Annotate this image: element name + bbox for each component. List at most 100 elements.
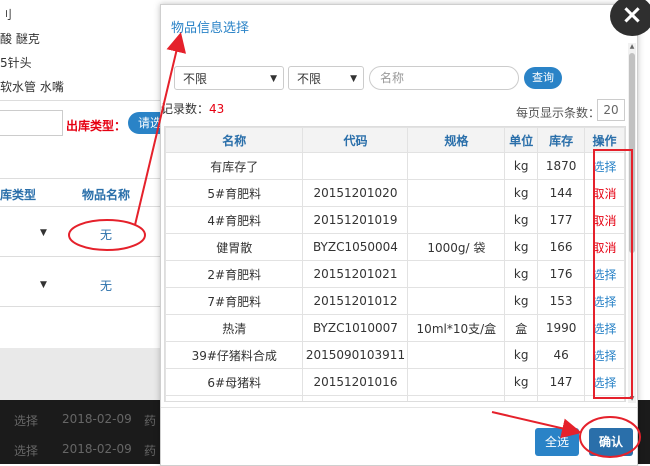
category-filter-select[interactable]: 不限 ▼ (174, 66, 284, 90)
bg-side-text: 刂 (0, 8, 13, 22)
table-row: 7#育肥料 20151201012 kg 153 选择 (165, 287, 625, 315)
scroll-down-arrow-icon[interactable]: ▼ (628, 395, 636, 403)
cell-name: 6#母猪料 (165, 368, 304, 396)
dropdown-arrow-icon[interactable]: ▼ (40, 280, 47, 290)
cell-code: BYZC1010007 (302, 314, 409, 342)
cell-stock: 153 (537, 287, 586, 315)
cell-unit: kg (504, 233, 539, 261)
cell-stock: 1870 (537, 152, 586, 180)
item-select-modal: 物品信息选择 不限 ▼ 不限 ▼ 名称 查询 记录数：43 每页显示条数： 20… (160, 4, 638, 466)
cell-spec: 10ml*10支/盒 (407, 314, 506, 342)
col-header-action: 操作 (584, 127, 625, 153)
record-count-value: 43 (209, 102, 225, 116)
cell-code: 20151201012 (302, 287, 409, 315)
bg-col-header: 库类型 (0, 188, 37, 202)
out-type-label: 出库类型： (66, 119, 127, 133)
cell-unit: kg (504, 260, 539, 288)
cell-code: BYZC1050004 (302, 233, 409, 261)
cell-action[interactable]: 选择 (584, 341, 625, 369)
cell-action[interactable]: 选择 (584, 152, 625, 180)
col-header-stock: 库存 (537, 127, 586, 153)
cell-action[interactable]: 取消 (584, 233, 625, 261)
cell-unit: 盒 (504, 314, 539, 342)
scroll-up-arrow-icon[interactable]: ▲ (628, 43, 636, 51)
cell-action[interactable]: 取消 (584, 206, 625, 234)
scrollbar-thumb[interactable] (629, 53, 635, 253)
item-table: 名称 代码 规格 单位 库存 操作 有库存了 kg 1870 选择 5#育肥料 20151… (164, 126, 626, 402)
cell-unit: kg (504, 152, 539, 180)
bg-dark-date: 2018-02-09 (62, 412, 132, 426)
cell-code: 20151201020 (302, 179, 409, 207)
divider (0, 178, 165, 179)
cell-spec (407, 368, 506, 396)
query-button[interactable]: 查询 (524, 67, 562, 89)
col-header-unit: 单位 (504, 127, 539, 153)
cell-name: 4#育肥料 (165, 206, 304, 234)
cell-spec (407, 152, 506, 180)
table-row: 6#母猪料 20151201016 kg 147 选择 (165, 368, 625, 396)
bg-dark-action[interactable]: 选择 (14, 442, 38, 459)
divider (0, 306, 165, 307)
cell-spec: 1000g/ 袋 (407, 233, 506, 261)
cell-code (302, 395, 409, 401)
bg-col-header: 物品名称 (82, 188, 131, 202)
record-count-label: 记录数： (161, 102, 210, 116)
cell-spec (407, 260, 506, 288)
cell-action[interactable]: 选择 (584, 314, 625, 342)
confirm-button[interactable]: 确认 (589, 428, 633, 456)
bg-dark-row: 选择 2018-02-09 药 (0, 438, 165, 460)
page-size-label: 每页显示条数： (516, 106, 601, 120)
close-icon[interactable]: × (610, 0, 650, 36)
dropdown-arrow-icon[interactable]: ▼ (40, 228, 47, 238)
bg-dark-extra: 药 (144, 414, 157, 428)
cell-stock: 147 (537, 368, 586, 396)
table-row: 4#育肥料 20151201019 kg 177 取消 (165, 206, 625, 234)
cell-code: 20151201016 (302, 368, 409, 396)
divider (0, 100, 165, 101)
select-all-button[interactable]: 全选 (535, 428, 579, 456)
cell-action[interactable] (584, 395, 625, 401)
cell-spec (407, 395, 506, 401)
cell-name: 2#育肥料 (165, 260, 304, 288)
page-size-input[interactable]: 20 (597, 99, 625, 121)
cell-name: 热清 (165, 314, 304, 342)
cell-name: 有库存了 (165, 152, 304, 180)
cell-action[interactable]: 取消 (584, 179, 625, 207)
name-search-input[interactable]: 名称 (369, 66, 519, 90)
bg-item-cell[interactable]: 无 (100, 277, 112, 294)
type-filter-select[interactable]: 不限 ▼ (288, 66, 364, 90)
chevron-down-icon: ▼ (350, 74, 357, 84)
col-header-spec: 规格 (407, 127, 506, 153)
bg-side-text: 软水管 水嘴 (0, 80, 64, 94)
table-row: 健胃散 BYZC1050004 1000g/ 袋 kg 166 取消 (165, 233, 625, 261)
category-filter-value: 不限 (183, 72, 208, 86)
bg-input[interactable] (0, 110, 63, 136)
chevron-down-icon: ▼ (270, 74, 277, 84)
cell-spec (407, 179, 506, 207)
cell-stock: 177 (537, 206, 586, 234)
vertical-scrollbar[interactable]: ▲ ▼ (628, 43, 636, 403)
cell-code: 2015090103911 (302, 341, 409, 369)
cell-unit: kg (504, 287, 539, 315)
cell-stock: 144 (537, 179, 586, 207)
bg-dark-date: 2018-02-09 (62, 442, 132, 456)
cell-stock: 176 (537, 260, 586, 288)
cell-name: 5#育肥料 (165, 179, 304, 207)
cell-stock (537, 395, 586, 401)
modal-footer: 全选 确认 (161, 407, 637, 465)
cell-action[interactable]: 选择 (584, 260, 625, 288)
cell-code (302, 152, 409, 180)
col-header-name: 名称 (165, 127, 304, 153)
cell-action[interactable]: 选择 (584, 368, 625, 396)
bg-dark-action[interactable]: 选择 (14, 412, 38, 429)
modal-title: 物品信息选择 (171, 21, 250, 36)
bg-side-text: 酸 醚克 (0, 32, 40, 46)
table-row (165, 395, 625, 401)
bg-item-cell[interactable]: 无 (100, 226, 112, 243)
cell-action[interactable]: 选择 (584, 287, 625, 315)
cell-name: 7#育肥料 (165, 287, 304, 315)
cell-name (165, 395, 304, 401)
col-header-code: 代码 (302, 127, 409, 153)
table-row: 有库存了 kg 1870 选择 (165, 152, 625, 180)
bg-dark-row: 选择 2018-02-09 药 (0, 408, 165, 430)
